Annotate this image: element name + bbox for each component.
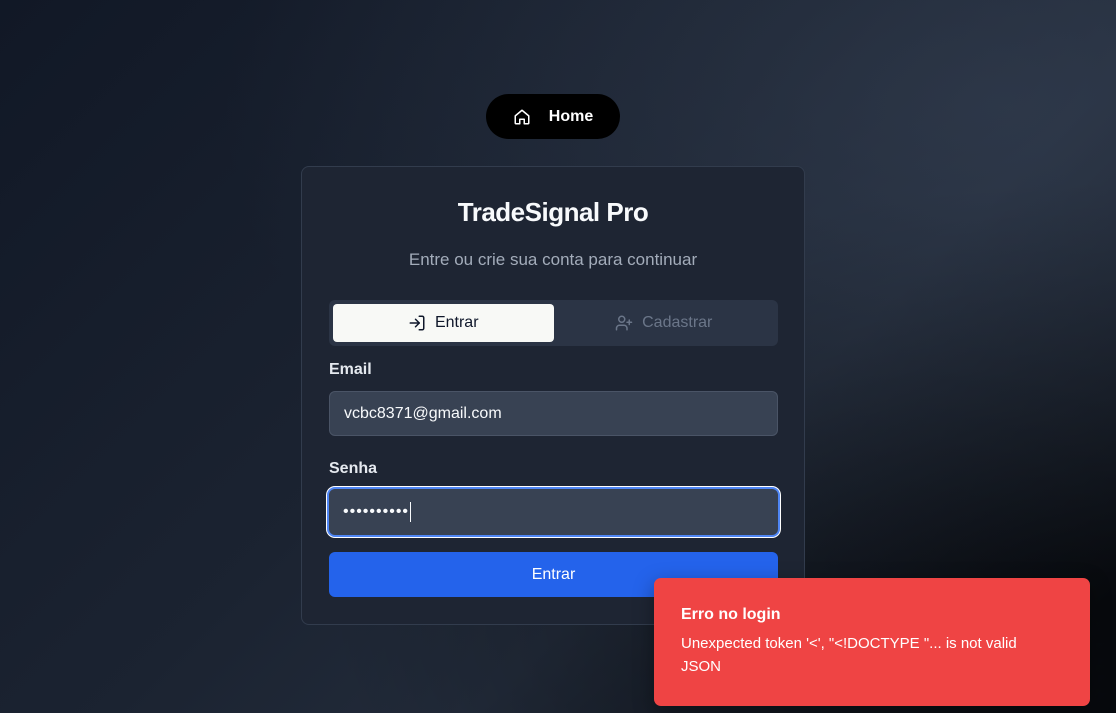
tab-cadastrar[interactable]: Cadastrar xyxy=(554,304,775,342)
card-subtitle: Entre ou crie sua conta para continuar xyxy=(408,250,698,269)
log-in-icon xyxy=(409,315,425,331)
text-caret xyxy=(410,502,412,522)
email-label: Email xyxy=(329,361,372,378)
toast-message: Unexpected token '<', "<!DOCTYPE "... is… xyxy=(681,635,1017,675)
email-value: vcbc8371@gmail.com xyxy=(344,404,502,422)
error-toast[interactable]: Erro no login Unexpected token '<', "<!D… xyxy=(654,578,1090,706)
auth-tabs: Entrar Cadastrar xyxy=(329,300,778,346)
password-value: •••••••••• xyxy=(343,503,410,520)
user-plus-icon xyxy=(615,315,633,331)
home-icon xyxy=(514,109,530,124)
password-field[interactable]: •••••••••• xyxy=(327,487,780,537)
tab-cadastrar-label: Cadastrar xyxy=(642,314,713,331)
email-field[interactable]: vcbc8371@gmail.com xyxy=(329,391,778,436)
tab-entrar-label: Entrar xyxy=(434,314,479,331)
app-title: TradeSignal Pro xyxy=(457,197,649,227)
home-button[interactable]: Home xyxy=(486,94,620,139)
tab-entrar[interactable]: Entrar xyxy=(333,304,554,342)
home-button-label: Home xyxy=(548,107,594,125)
auth-card: TradeSignal Pro Entre ou crie sua conta … xyxy=(301,166,805,625)
toast-title: Erro no login xyxy=(681,606,781,623)
password-label: Senha xyxy=(329,460,378,477)
